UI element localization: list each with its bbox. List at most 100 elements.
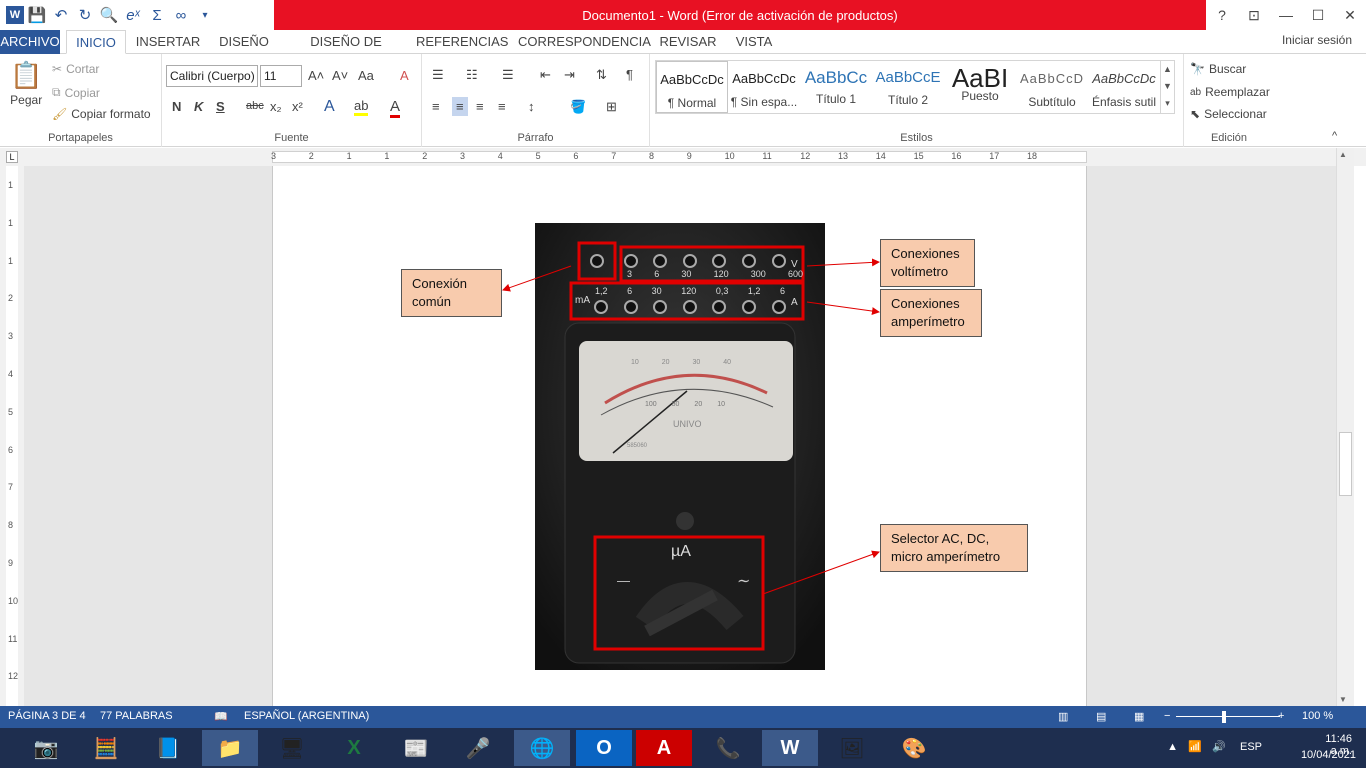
- style-normal[interactable]: AaBbCcDc ¶ Normal: [656, 61, 728, 113]
- cut-button[interactable]: ✂ Cortar: [52, 62, 99, 76]
- customize-qat-icon[interactable]: ▾: [194, 4, 216, 26]
- style-enfasis-sutil[interactable]: AaBbCcDc Énfasis sutil: [1088, 61, 1160, 113]
- sum-icon[interactable]: Σ: [146, 4, 168, 26]
- document-page[interactable]: 3 6 30 120 300 600 V 1,2 6 30 120 0,3 1,…: [272, 166, 1087, 706]
- select-button[interactable]: ⬉ Seleccionar: [1190, 107, 1267, 121]
- scroll-thumb[interactable]: [1339, 432, 1352, 496]
- scroll-down-icon[interactable]: ▼: [1339, 695, 1347, 704]
- taskbar-camera-icon[interactable]: 📷: [18, 730, 74, 766]
- minimize-button[interactable]: —: [1270, 0, 1302, 30]
- zoom-slider[interactable]: [1176, 716, 1280, 717]
- print-preview-icon[interactable]: 🔍: [98, 4, 120, 26]
- format-painter-button[interactable]: 🖌 Copiar formato: [52, 107, 151, 121]
- italic-button[interactable]: K: [194, 99, 203, 114]
- equation-icon[interactable]: eˣ: [122, 4, 144, 26]
- tab-insertar[interactable]: INSERTAR: [132, 30, 204, 54]
- line-spacing-icon[interactable]: ↕: [528, 99, 535, 114]
- styles-scroll[interactable]: ▲ ▼ ▾: [1160, 61, 1174, 113]
- text-effects-icon[interactable]: A: [324, 98, 335, 116]
- clear-format-icon[interactable]: A: [400, 68, 409, 83]
- underline-button[interactable]: S: [216, 99, 225, 114]
- superscript-button[interactable]: x²: [292, 99, 303, 114]
- proofing-icon[interactable]: 📖: [214, 710, 228, 723]
- justify-icon[interactable]: ≡: [498, 99, 506, 114]
- strikethrough-button[interactable]: abc: [246, 100, 264, 112]
- tab-diseno-pagina[interactable]: DISEÑO DE PÁGINA: [284, 30, 408, 72]
- taskbar-photos-icon[interactable]: 🖼: [824, 730, 880, 766]
- tab-inicio[interactable]: INICIO: [66, 30, 126, 54]
- page-count[interactable]: PÁGINA 3 DE 4: [8, 710, 86, 722]
- taskbar-outlook-icon[interactable]: O: [576, 730, 632, 766]
- show-hidden-icons[interactable]: ▲: [1167, 741, 1178, 753]
- tab-vista[interactable]: VISTA: [730, 30, 778, 54]
- taskbar-paint-icon[interactable]: 🎨: [886, 730, 942, 766]
- style-titulo-2[interactable]: AaBbCcE Título 2: [872, 61, 944, 113]
- close-button[interactable]: ✕: [1334, 0, 1366, 30]
- taskbar-news-icon[interactable]: 📰: [388, 730, 444, 766]
- word-app-icon[interactable]: W: [6, 6, 24, 24]
- zoom-level[interactable]: 100 %: [1302, 710, 1333, 722]
- sort-icon[interactable]: ⇅: [596, 67, 607, 83]
- taskbar-acrobat-icon[interactable]: A: [636, 730, 692, 766]
- numbering-icon[interactable]: ☷: [466, 67, 478, 83]
- web-layout-icon[interactable]: ▦: [1134, 710, 1144, 723]
- zoom-slider-thumb[interactable]: [1222, 711, 1226, 723]
- taskbar-notebook-icon[interactable]: 📘: [140, 730, 196, 766]
- taskbar-control-panel-icon[interactable]: 🖥: [264, 730, 320, 766]
- taskbar-chrome-icon[interactable]: 🌐: [514, 730, 570, 766]
- link-icon[interactable]: ∞: [170, 4, 192, 26]
- align-right-icon[interactable]: ≡: [476, 99, 484, 114]
- font-color-icon[interactable]: A: [390, 98, 401, 118]
- font-size-combo[interactable]: 11: [260, 65, 302, 87]
- paste-button[interactable]: 📋 Pegar: [10, 60, 42, 107]
- tab-correspondencia[interactable]: CORRESPONDENCIA: [518, 30, 651, 54]
- shrink-font-icon[interactable]: A˅: [332, 68, 348, 83]
- borders-icon[interactable]: ⊞: [606, 99, 617, 115]
- ruler-bar[interactable]: 3 2 1 1 2 3 4 5 6 7 8 9 10 11 12 13 14 15 16 17 18: [271, 151, 1087, 163]
- taskbar-word-icon[interactable]: W: [762, 730, 818, 766]
- network-icon[interactable]: 📶: [1188, 740, 1202, 753]
- style-sin-espaciado[interactable]: AaBbCcDc ¶ Sin espa...: [728, 61, 800, 113]
- taskbar-microphone-icon[interactable]: 🎤: [450, 730, 506, 766]
- read-mode-icon[interactable]: ▥: [1058, 710, 1068, 723]
- undo-icon[interactable]: ↶: [50, 4, 72, 26]
- taskbar-excel-icon[interactable]: X: [326, 730, 382, 766]
- replace-button[interactable]: ab Reemplazar: [1190, 85, 1270, 99]
- vertical-scrollbar[interactable]: ▲ ▼: [1336, 148, 1354, 706]
- tab-referencias[interactable]: REFERENCIAS: [416, 30, 508, 54]
- increase-indent-icon[interactable]: ⇥: [564, 67, 575, 83]
- clock-date[interactable]: 10/04/2021: [1301, 749, 1356, 761]
- align-center-icon[interactable]: ≡: [452, 97, 468, 116]
- find-button[interactable]: 🔭 Buscar: [1190, 62, 1246, 76]
- collapse-ribbon-icon[interactable]: ^: [1332, 130, 1337, 142]
- tab-selector[interactable]: L: [6, 151, 18, 163]
- subscript-button[interactable]: x₂: [270, 99, 282, 114]
- ribbon-display-button[interactable]: ⊡: [1238, 0, 1270, 30]
- sign-in-link[interactable]: Iniciar sesión: [1282, 33, 1352, 47]
- grow-font-icon[interactable]: A˄: [308, 68, 324, 83]
- highlight-icon[interactable]: ab: [354, 98, 369, 116]
- zoom-out-icon[interactable]: −: [1164, 710, 1170, 722]
- scroll-up-icon[interactable]: ▲: [1339, 150, 1347, 159]
- volume-icon[interactable]: 🔊: [1212, 740, 1226, 753]
- align-left-icon[interactable]: ≡: [432, 99, 440, 114]
- tab-revisar[interactable]: REVISAR: [656, 30, 720, 54]
- save-icon[interactable]: 💾: [26, 4, 48, 26]
- help-button[interactable]: ?: [1206, 0, 1238, 30]
- style-puesto[interactable]: AaBI Puesto: [944, 61, 1016, 113]
- bullets-icon[interactable]: ☰: [432, 67, 444, 83]
- taskbar-whatsapp-icon[interactable]: 📞: [700, 730, 756, 766]
- shading-icon[interactable]: 🪣: [570, 99, 586, 115]
- copy-button[interactable]: ⧉ Copiar: [52, 85, 100, 100]
- tab-diseno[interactable]: DISEÑO: [214, 30, 274, 54]
- decrease-indent-icon[interactable]: ⇤: [540, 67, 551, 83]
- print-layout-icon[interactable]: ▤: [1096, 710, 1106, 723]
- multilevel-list-icon[interactable]: ☰: [502, 67, 514, 83]
- change-case-icon[interactable]: Aa: [358, 68, 374, 83]
- pilcrow-icon[interactable]: ¶: [626, 67, 633, 82]
- style-titulo-1[interactable]: AaBbCc Título 1: [800, 61, 872, 113]
- redo-icon[interactable]: ↻: [74, 4, 96, 26]
- taskbar-explorer-icon[interactable]: 📁: [202, 730, 258, 766]
- tab-archivo[interactable]: ARCHIVO: [0, 30, 60, 54]
- bold-button[interactable]: N: [172, 99, 181, 114]
